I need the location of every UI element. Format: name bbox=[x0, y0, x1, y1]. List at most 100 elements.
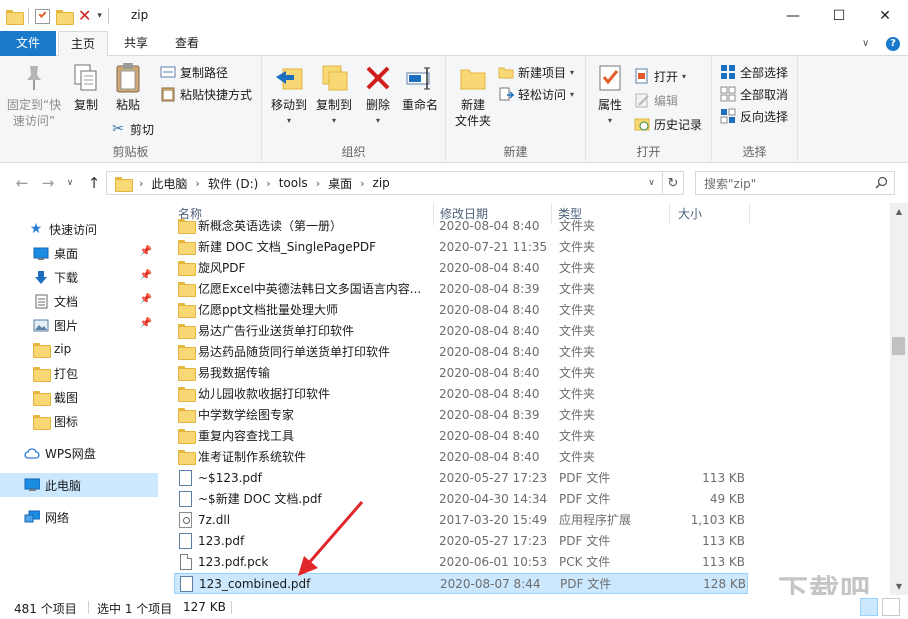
sidebar-item-quick-access[interactable]: ★ 快速访问 bbox=[0, 217, 158, 241]
address-bar[interactable]: › 此电脑 › 软件 (D:) › tools › 桌面 › zip ∨ ↻ bbox=[106, 171, 684, 195]
table-row[interactable]: 新建 DOC 文档_SinglePagePDF 2020-07-21 11:35 文… bbox=[174, 237, 748, 258]
sidebar-item-network[interactable]: 网络 bbox=[0, 505, 158, 529]
scroll-thumb[interactable] bbox=[892, 337, 905, 355]
properties-button[interactable]: 属性 ▾ bbox=[592, 62, 628, 129]
chevron-down-icon[interactable]: ▾ bbox=[97, 11, 102, 21]
breadcrumb-item[interactable]: tools bbox=[279, 176, 308, 190]
table-row[interactable]: 幼儿园收款收据打印软件 2020-08-04 8:40 文件夹 bbox=[174, 384, 748, 405]
details-view-button[interactable] bbox=[860, 598, 878, 616]
invert-selection-button[interactable]: 反向选择 bbox=[720, 106, 788, 126]
refresh-button[interactable]: ↻ bbox=[662, 172, 683, 194]
easy-access-button[interactable]: 轻松访问 ▾ bbox=[498, 84, 574, 104]
chevron-right-icon[interactable]: › bbox=[360, 177, 364, 190]
tab-home[interactable]: 主页 bbox=[58, 31, 108, 57]
vertical-scrollbar[interactable]: ▲ ▼ bbox=[890, 203, 908, 595]
quick-access-toolbar: ✕ ▾ bbox=[6, 5, 109, 27]
pin-to-quick-access-button[interactable]: 固定到“快 速访问” bbox=[5, 62, 63, 129]
file-size bbox=[679, 300, 745, 321]
copy-path-button[interactable]: 复制路径 bbox=[160, 62, 228, 82]
chevron-right-icon[interactable]: › bbox=[139, 177, 143, 190]
open-button[interactable]: 打开 ▾ bbox=[634, 66, 686, 86]
scroll-up-button[interactable]: ▲ bbox=[890, 203, 908, 220]
table-row[interactable]: 重复内容查找工具 2020-08-04 8:40 文件夹 bbox=[174, 426, 748, 447]
close-button[interactable]: ✕ bbox=[862, 0, 908, 31]
pin-icon[interactable]: 📌 bbox=[140, 246, 152, 257]
pdf-file-icon bbox=[179, 470, 192, 486]
copy-to-button[interactable]: 复制到 ▾ bbox=[312, 62, 356, 129]
pin-icon[interactable]: 📌 bbox=[140, 270, 152, 281]
copy-button[interactable]: 复制 bbox=[66, 62, 106, 113]
sidebar-item-icons[interactable]: 图标 bbox=[0, 409, 158, 433]
minimize-button[interactable]: — bbox=[770, 0, 816, 31]
sidebar-item-this-pc[interactable]: 此电脑 bbox=[0, 473, 158, 497]
forward-button[interactable]: → bbox=[38, 173, 58, 193]
file-type: 文件夹 bbox=[559, 282, 596, 296]
table-row[interactable]: 准考证制作系统软件 2020-08-04 8:40 文件夹 bbox=[174, 447, 748, 468]
sidebar-item-package[interactable]: 打包 bbox=[0, 361, 158, 385]
recent-locations-button[interactable]: ∨ bbox=[60, 173, 80, 193]
table-row[interactable]: 123.pdf.pck 2020-06-01 10:53 PCK 文件 113 KB bbox=[174, 552, 748, 573]
large-icons-view-button[interactable] bbox=[882, 598, 900, 616]
chevron-right-icon[interactable]: › bbox=[266, 177, 270, 190]
breadcrumb-item[interactable]: zip bbox=[373, 176, 390, 190]
sidebar-item-desktop[interactable]: 桌面 📌 bbox=[0, 241, 158, 265]
chevron-right-icon[interactable]: › bbox=[195, 177, 199, 190]
new-folder-button[interactable]: 新建 文件夹 bbox=[452, 62, 494, 129]
history-button[interactable]: 历史记录 bbox=[634, 114, 702, 134]
file-type: PDF 文件 bbox=[559, 471, 611, 485]
scissors-icon: ✂ bbox=[112, 121, 124, 137]
select-none-button[interactable]: 全部取消 bbox=[720, 84, 788, 104]
cloud-icon bbox=[24, 445, 40, 461]
back-button[interactable]: ← bbox=[12, 173, 32, 193]
delete-icon[interactable]: ✕ bbox=[78, 8, 91, 24]
new-folder-icon[interactable] bbox=[56, 9, 74, 25]
sidebar-item-screenshots[interactable]: 截图 bbox=[0, 385, 158, 409]
table-row[interactable]: 123_combined.pdf 2020-08-07 8:44 PDF 文件 128… bbox=[174, 573, 748, 594]
chevron-right-icon[interactable]: › bbox=[316, 177, 320, 190]
table-row[interactable]: 亿愿Excel中英德法韩日文多国语言内容... 2020-08-04 8:39 文件… bbox=[174, 279, 748, 300]
table-row[interactable]: 易达药品随货同行单送货单打印软件 2020-08-04 8:40 文件夹 bbox=[174, 342, 748, 363]
breadcrumb-item[interactable]: 软件 (D:) bbox=[208, 175, 258, 192]
table-row[interactable]: 123.pdf 2020-05-27 17:23 PDF 文件 113 KB bbox=[174, 531, 748, 552]
sidebar-item-zip[interactable]: zip bbox=[0, 337, 158, 361]
search-input[interactable]: 搜索"zip" bbox=[695, 171, 895, 195]
pin-icon[interactable]: 📌 bbox=[140, 318, 152, 329]
breadcrumb-item[interactable]: 此电脑 bbox=[151, 175, 187, 192]
paste-button[interactable]: 粘贴 bbox=[108, 62, 148, 113]
table-row[interactable]: 易我数据传输 2020-08-04 8:40 文件夹 bbox=[174, 363, 748, 384]
pin-icon[interactable]: 📌 bbox=[140, 294, 152, 305]
sidebar-item-wps-drive[interactable]: WPS网盘 bbox=[0, 441, 158, 465]
help-button[interactable]: ? bbox=[886, 31, 900, 56]
table-row[interactable]: 中学数学绘图专家 2020-08-04 8:39 文件夹 bbox=[174, 405, 748, 426]
tab-file[interactable]: 文件 bbox=[0, 31, 56, 56]
breadcrumb-item[interactable]: 桌面 bbox=[328, 175, 352, 192]
new-item-button[interactable]: 新建项目 ▾ bbox=[498, 62, 574, 82]
maximize-button[interactable]: ☐ bbox=[816, 0, 862, 31]
edit-button[interactable]: 编辑 bbox=[634, 90, 678, 110]
move-to-button[interactable]: 移动到 ▾ bbox=[267, 62, 311, 129]
sidebar-item-documents[interactable]: 文档 📌 bbox=[0, 289, 158, 313]
tab-share[interactable]: 共享 bbox=[113, 31, 159, 56]
address-dropdown-button[interactable]: ∨ bbox=[641, 172, 662, 194]
table-row[interactable]: 7z.dll 2017-03-20 15:49 应用程序扩展 1,103 KB bbox=[174, 510, 748, 531]
sidebar-item-downloads[interactable]: 下载 📌 bbox=[0, 265, 158, 289]
delete-button[interactable]: 删除 ▾ bbox=[362, 62, 394, 129]
tab-view[interactable]: 查看 bbox=[164, 31, 210, 56]
sidebar-item-pictures[interactable]: 图片 📌 bbox=[0, 313, 158, 337]
table-row[interactable]: ~$新建 DOC 文档.pdf 2020-04-30 14:34 PDF 文件 49 … bbox=[174, 489, 748, 510]
table-row[interactable]: 亿愿ppt文档批量处理大师 2020-08-04 8:40 文件夹 bbox=[174, 300, 748, 321]
scroll-down-button[interactable]: ▼ bbox=[890, 578, 908, 595]
paste-shortcut-button[interactable]: 粘贴快捷方式 bbox=[160, 84, 252, 104]
copy-to-icon bbox=[318, 62, 350, 94]
cut-button[interactable]: ✂ 剪切 bbox=[110, 119, 154, 139]
table-row[interactable]: 旋风PDF 2020-08-04 8:40 文件夹 bbox=[174, 258, 748, 279]
properties-icon[interactable] bbox=[35, 8, 50, 24]
ribbon-collapse-button[interactable]: ∨ bbox=[862, 31, 869, 56]
rename-button[interactable]: 重命名 bbox=[398, 62, 442, 113]
up-button[interactable]: ↑ bbox=[84, 173, 104, 193]
table-row[interactable]: ~$123.pdf 2020-05-27 17:23 PDF 文件 113 KB bbox=[174, 468, 748, 489]
chevron-down-icon: ▾ bbox=[570, 89, 575, 99]
table-row[interactable]: 易达广告行业送货单打印软件 2020-08-04 8:40 文件夹 bbox=[174, 321, 748, 342]
select-all-button[interactable]: 全部选择 bbox=[720, 62, 788, 82]
table-row[interactable]: 新概念英语选读（第一册） 2020-08-04 8:40 文件夹 bbox=[174, 216, 748, 237]
